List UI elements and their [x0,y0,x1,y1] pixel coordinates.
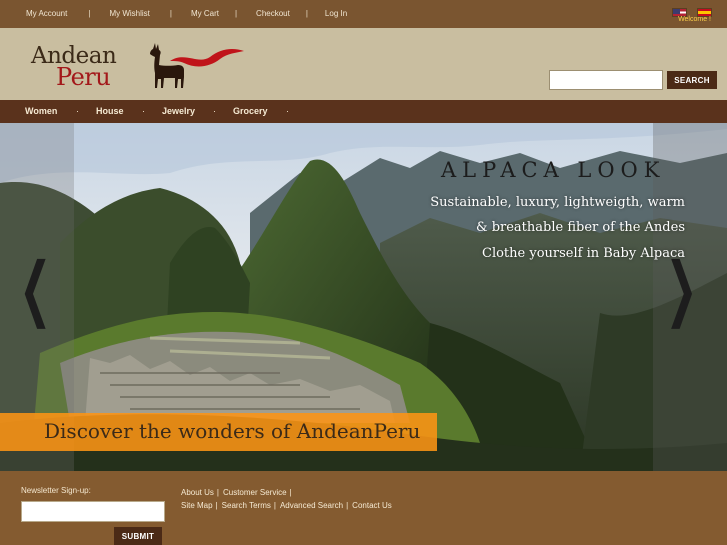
slide-caption: Discover the wonders of AndeanPeru [44,419,421,443]
chevron-right-icon[interactable]: ❯ [665,253,697,323]
separator: | [346,501,349,510]
my-cart-link[interactable]: My Cart [191,9,219,18]
slide-headline: ALPACA LOOK [441,158,666,182]
separator: | [215,501,218,510]
nav-item-grocery[interactable]: Grocery [233,106,268,116]
advanced-search-link[interactable]: Advanced Search [280,501,343,510]
account-links: My Account | My Wishlist | My Cart | Che… [26,9,347,18]
newsletter-submit-button[interactable]: SUBMIT [114,527,162,545]
site-logo[interactable]: Andean Peru [28,39,248,95]
my-account-link[interactable]: My Account [26,9,67,18]
contact-us-link[interactable]: Contact Us [352,501,392,510]
site-header: Andean Peru SEARCH [0,28,727,100]
about-us-link[interactable]: About Us [181,488,214,497]
slide-line-1: Sustainable, luxury, lightweigth, warm [430,195,685,210]
nav-separator: · [76,106,79,116]
logo-text-peru: Peru [56,63,111,91]
nav-item-jewelry[interactable]: Jewelry [162,106,195,116]
nav-item-women[interactable]: Women [25,106,57,116]
nav-separator: · [142,106,145,116]
nav-separator: · [213,106,216,116]
my-wishlist-link[interactable]: My Wishlist [109,9,149,18]
separator: | [234,9,238,18]
hero-banner[interactable]: ❮ ❯ ALPACA LOOK Sustainable, luxury, lig… [0,123,727,471]
newsletter-email-input[interactable] [21,501,165,522]
top-bar: My Account | My Wishlist | My Cart | Che… [0,0,727,28]
site-footer: Newsletter Sign-up: SUBMIT About Us | Cu… [0,471,727,545]
separator: | [216,488,219,497]
separator: | [88,9,91,18]
slide-line-3: Clothe yourself in Baby Alpaca [482,246,685,261]
search-terms-link[interactable]: Search Terms [222,501,271,510]
separator: | [273,501,276,510]
customer-service-link[interactable]: Customer Service [223,488,287,497]
chevron-left-icon[interactable]: ❮ [19,253,51,323]
site-map-link[interactable]: Site Map [181,501,213,510]
footer-links-row-1: About Us | Customer Service | [181,488,296,497]
separator: | [305,9,308,18]
search-input[interactable] [549,70,663,90]
slide-line-2: & breathable fiber of the Andes [475,220,685,235]
welcome-message: Welcome ! [678,16,711,23]
main-nav: Women · House · Jewelry · Grocery · [0,100,727,123]
separator: | [169,9,172,18]
checkout-link[interactable]: Checkout [256,9,290,18]
newsletter-label: Newsletter Sign-up: [21,486,91,495]
footer-links-row-2: Site Map | Search Terms | Advanced Searc… [181,501,392,510]
log-in-link[interactable]: Log In [325,9,347,18]
search-button[interactable]: SEARCH [667,71,717,89]
nav-item-house[interactable]: House [96,106,124,116]
separator: | [289,488,292,497]
nav-separator: · [286,106,289,116]
llama-logo-icon [150,43,244,88]
